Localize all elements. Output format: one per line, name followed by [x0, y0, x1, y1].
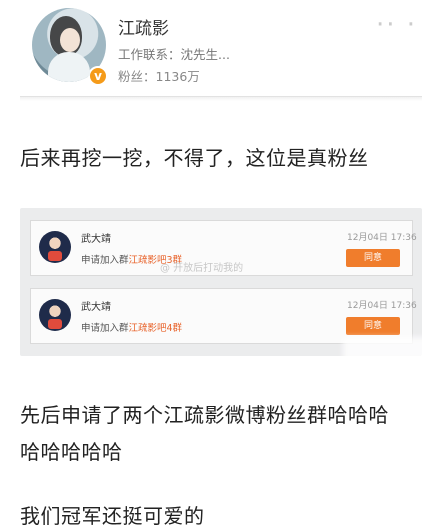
- request-time: 12月04日 17:36: [347, 233, 417, 243]
- approve-button[interactable]: 同意: [346, 249, 400, 267]
- divider-shadow: [20, 97, 422, 101]
- request-message: 申请加入群江疏影吧4群: [81, 320, 182, 334]
- avatar-face: [60, 28, 80, 52]
- avatar-body: [48, 52, 90, 82]
- request-username: 武大靖: [81, 302, 111, 313]
- profile-name[interactable]: 江疏影: [118, 14, 169, 39]
- request-prefix: 申请加入群: [81, 255, 129, 266]
- watermark: @ 开放后打动我的: [160, 263, 244, 274]
- approve-button[interactable]: 同意: [346, 317, 400, 335]
- more-options-icon[interactable]: ·· ·: [376, 10, 417, 40]
- request-username: 武大靖: [81, 234, 111, 245]
- fan-count: 粉丝：1136万: [118, 69, 200, 84]
- post-text-line-3: 哈哈哈哈哈: [20, 440, 123, 464]
- request-group-name: 江疏影吧4群: [128, 323, 183, 334]
- embedded-screenshot: 武大靖 申请加入群江疏影吧3群 12月04日 17:36 同意 武大靖 申请加入…: [20, 208, 422, 356]
- join-request-card: 武大靖 申请加入群江疏影吧4群 12月04日 17:36 同意: [30, 288, 417, 344]
- post-text-line-2: 先后申请了两个江疏影微博粉丝群哈哈哈: [20, 403, 389, 427]
- post-text-line-1: 后来再挖一挖，不得了，这位是真粉丝: [20, 146, 369, 170]
- user-avatar: [39, 299, 71, 331]
- work-contact: 工作联系：沈先生...: [118, 47, 230, 62]
- request-prefix: 申请加入群: [81, 323, 129, 334]
- profile-header: v 江疏影 工作联系：沈先生... 粉丝：1136万 ·· ·: [0, 0, 440, 96]
- request-time: 12月04日 17:36: [347, 301, 417, 311]
- user-avatar: [39, 231, 71, 263]
- blurred-area: [343, 337, 429, 361]
- post-text-line-4: 我们冠军还挺可爱的: [20, 504, 205, 528]
- verified-badge-icon: v: [88, 66, 108, 86]
